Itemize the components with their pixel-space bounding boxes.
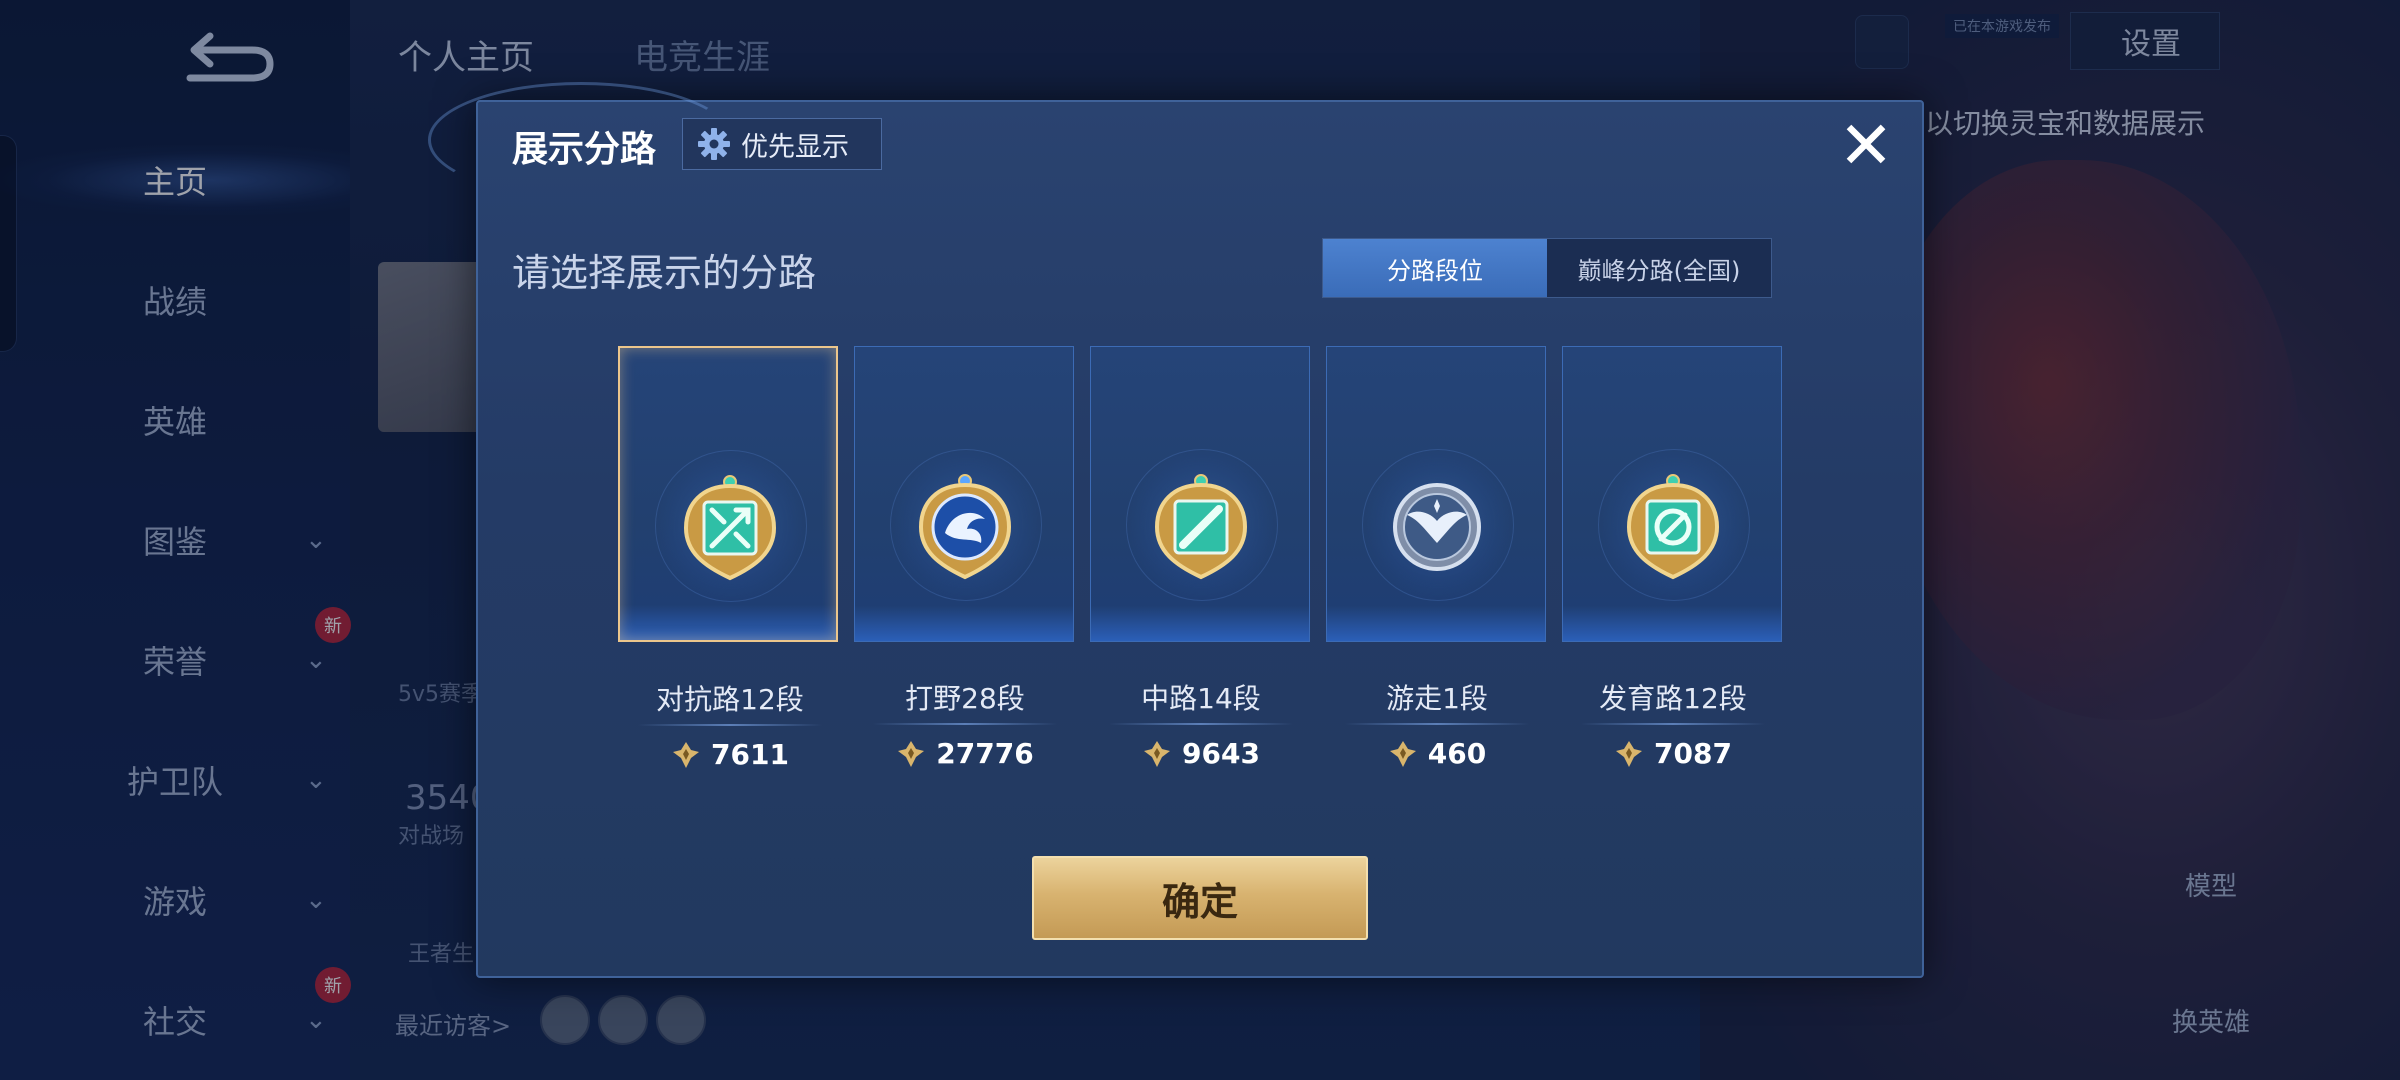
jungle-dragon-emblem-icon <box>918 474 1012 580</box>
mid-lane-emblem-icon <box>1154 474 1248 580</box>
rank-points-icon <box>673 741 700 768</box>
lane-label: 对抗路12段 <box>656 683 804 716</box>
dialog-title: 展示分路 <box>512 129 657 170</box>
lane-label: 游走1段 <box>1386 682 1488 715</box>
rank-points-icon <box>1144 740 1171 767</box>
lane-score-value: 9643 <box>1182 737 1260 770</box>
lane-score: 7611 <box>620 738 840 771</box>
lane-card-farm[interactable]: 发育路12段 7087 <box>1562 346 1782 770</box>
toggle-peak-lane-national[interactable]: 巅峰分路(全国) <box>1547 239 1771 297</box>
selection-prompt: 请选择展示的分路 <box>512 251 817 295</box>
rank-points-icon <box>1616 740 1643 767</box>
lane-display-dialog: 展示分路 优先显示 ✕ 请选择展示的分路 分路段位 巅峰分路(全国) 对抗路12… <box>428 82 1924 978</box>
priority-display-label: 优先显示 <box>741 131 849 163</box>
roam-wings-emblem-icon <box>1393 483 1481 571</box>
lane-score: 7087 <box>1563 737 1783 770</box>
confirm-button[interactable]: 确定 <box>1032 856 1368 940</box>
rank-points-icon <box>898 740 925 767</box>
divider <box>873 723 1057 725</box>
toggle-lane-rank[interactable]: 分路段位 <box>1323 239 1547 297</box>
lane-score: 460 <box>1327 737 1547 770</box>
lane-score-value: 27776 <box>936 737 1034 770</box>
lane-score: 9643 <box>1091 737 1311 770</box>
divider <box>1345 723 1529 725</box>
rank-points-icon <box>1389 740 1416 767</box>
lane-score-value: 7087 <box>1654 737 1732 770</box>
lane-label: 打野28段 <box>905 682 1025 715</box>
lane-card-mid[interactable]: 中路14段 9643 <box>1090 346 1310 770</box>
close-icon[interactable]: ✕ <box>1834 113 1898 179</box>
lane-mode-toggle: 分路段位 巅峰分路(全国) <box>1322 238 1772 298</box>
farm-lane-emblem-icon <box>1626 474 1720 580</box>
lane-card-jungle[interactable]: 打野28段 27776 <box>854 346 1074 770</box>
lane-label: 中路14段 <box>1141 682 1261 715</box>
gear-icon <box>698 128 730 160</box>
lane-card-roam[interactable]: 游走1段 460 <box>1326 346 1546 770</box>
lane-score-value: 460 <box>1427 737 1487 770</box>
lane-label: 发育路12段 <box>1599 682 1747 715</box>
priority-display-button[interactable]: 优先显示 <box>682 118 882 170</box>
divider <box>1109 723 1293 725</box>
lane-score: 27776 <box>855 737 1075 770</box>
divider <box>638 724 822 726</box>
lane-card-clash[interactable]: 对抗路12段 7611 <box>618 346 838 771</box>
divider <box>1581 723 1765 725</box>
clash-lane-emblem-icon <box>683 475 777 581</box>
lane-score-value: 7611 <box>711 738 789 771</box>
